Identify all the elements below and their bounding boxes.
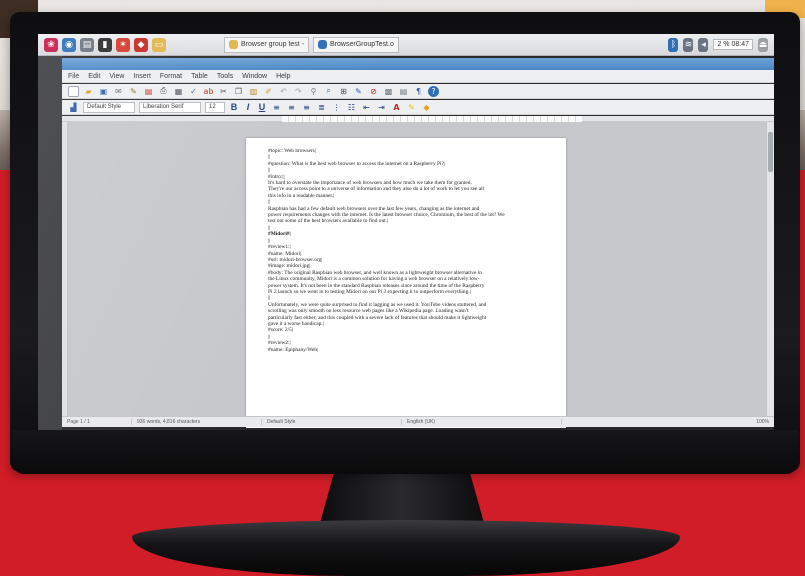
background-color-icon[interactable]: ◆: [421, 102, 432, 113]
clone-format-icon[interactable]: ✐: [263, 86, 274, 97]
taskbar-task-label: BrowserGroupTest.o: [330, 41, 394, 48]
align-right-icon[interactable]: ≡: [301, 102, 312, 113]
menu-format[interactable]: Format: [160, 73, 182, 80]
bullets-icon[interactable]: ☷: [346, 102, 357, 113]
menu-edit[interactable]: Edit: [88, 73, 100, 80]
spellcheck-icon[interactable]: ✓: [188, 86, 199, 97]
email-icon[interactable]: ✉: [113, 86, 124, 97]
menu-insert[interactable]: Insert: [133, 73, 151, 80]
web-browser-icon[interactable]: ◉: [62, 37, 76, 52]
window-titlebar[interactable]: [62, 58, 774, 70]
status-word-count[interactable]: 936 words, 4,816 characters: [132, 419, 262, 425]
table-icon[interactable]: ⊞: [338, 86, 349, 97]
paragraph-style-select[interactable]: Default Style: [83, 101, 135, 113]
align-left-icon[interactable]: ≡: [271, 102, 282, 113]
font-color-icon[interactable]: A: [391, 102, 402, 113]
print-icon[interactable]: ⎙: [158, 86, 169, 97]
hyperlink-icon[interactable]: ⚲: [308, 86, 319, 97]
vertical-ruler[interactable]: [62, 122, 68, 416]
status-page-count[interactable]: Page 1 / 1: [62, 419, 132, 425]
data-sources-icon[interactable]: ▤: [398, 86, 409, 97]
formatting-toolbar: ▟ Default Style Liberation Serif 12 B I …: [62, 100, 774, 115]
font-size-select[interactable]: 12: [205, 101, 225, 113]
cut-icon[interactable]: ✂: [218, 86, 229, 97]
desktop-taskbar: ❀ ◉ ▤ ▮ ✶ ◆ ▭ Browser group test - Brows…: [38, 34, 774, 56]
taskbar-task-browser-group[interactable]: Browser group test -: [224, 36, 310, 53]
volume-icon[interactable]: ◂: [698, 37, 709, 52]
export-pdf-icon[interactable]: ▤: [143, 86, 154, 97]
wifi-icon[interactable]: ≋: [683, 37, 694, 52]
menu-view[interactable]: View: [109, 73, 124, 80]
highlight-icon[interactable]: ✎: [406, 102, 417, 113]
mathematica-icon[interactable]: ✶: [116, 37, 130, 52]
print-preview-icon[interactable]: ▦: [173, 86, 184, 97]
doc-line: #name: Epiphany/Web|: [268, 346, 319, 353]
formatting-marks-icon[interactable]: ¶: [413, 86, 424, 97]
copy-icon[interactable]: ❐: [233, 86, 244, 97]
italic-icon[interactable]: I: [243, 102, 253, 112]
help-icon[interactable]: ?: [428, 85, 439, 97]
redo-icon[interactable]: ↷: [293, 86, 304, 97]
scrollbar-thumb[interactable]: [768, 132, 773, 172]
desktop-left-strip: [38, 56, 62, 430]
autospell-icon[interactable]: ab: [203, 86, 214, 97]
open-folder-icon[interactable]: ▰: [83, 86, 94, 97]
bold-icon[interactable]: B: [229, 102, 239, 112]
menu-table[interactable]: Table: [191, 73, 208, 80]
raspberry-menu-icon[interactable]: ❀: [44, 37, 58, 52]
menu-file[interactable]: File: [68, 73, 79, 80]
status-bar: Page 1 / 1 936 words, 4,816 characters D…: [62, 416, 774, 427]
document-page[interactable]: #topic: Web browsers| || #question: What…: [246, 138, 566, 428]
draw-functions-icon[interactable]: ✎: [353, 86, 364, 97]
edit-mode-icon[interactable]: ✎: [128, 86, 139, 97]
paste-icon[interactable]: ▥: [248, 86, 259, 97]
styles-icon[interactable]: ▟: [68, 102, 79, 113]
wolfram-icon[interactable]: ◆: [134, 37, 148, 52]
folder-icon: [229, 40, 238, 49]
status-language[interactable]: English (UK): [402, 419, 562, 425]
monitor-screen: ❀ ◉ ▤ ▮ ✶ ◆ ▭ Browser group test - Brows…: [38, 34, 774, 430]
taskbar-task-label: Browser group test -: [241, 41, 305, 48]
font-name-select[interactable]: Liberation Serif: [139, 101, 201, 113]
menu-window[interactable]: Window: [242, 73, 267, 80]
terminal-icon[interactable]: ▮: [98, 37, 112, 52]
folder-icon[interactable]: ▭: [152, 37, 166, 52]
taskbar-task-document[interactable]: BrowserGroupTest.o: [313, 36, 399, 53]
undo-icon[interactable]: ↶: [278, 86, 289, 97]
decrease-indent-icon[interactable]: ⇤: [361, 102, 372, 113]
monitor-chin: [12, 430, 798, 474]
standard-toolbar: ▰ ▣ ✉ ✎ ▤ ⎙ ▦ ✓ ab ✂ ❐ ▥ ✐ ↶ ↷ ⚲ ⌕ ⊞ ✎ ⊘…: [62, 84, 774, 99]
navigator-icon[interactable]: ⊘: [368, 86, 379, 97]
status-page-style[interactable]: Default Style: [262, 419, 402, 425]
menu-bar: File Edit View Insert Format Table Tools…: [62, 70, 774, 83]
find-replace-icon[interactable]: ⌕: [323, 86, 334, 97]
vertical-scrollbar[interactable]: [766, 122, 774, 416]
status-zoom[interactable]: 100%: [751, 419, 774, 425]
bluetooth-icon[interactable]: ᛒ: [668, 37, 679, 52]
justify-icon[interactable]: ≣: [316, 102, 327, 113]
increase-indent-icon[interactable]: ⇥: [376, 102, 387, 113]
save-icon[interactable]: ▣: [98, 86, 109, 97]
file-manager-icon[interactable]: ▤: [80, 37, 94, 52]
underline-icon[interactable]: U: [257, 102, 267, 112]
eject-icon[interactable]: ⏏: [758, 37, 768, 52]
menu-help[interactable]: Help: [276, 73, 290, 80]
writer-document-icon: [318, 40, 328, 49]
menu-tools[interactable]: Tools: [217, 73, 233, 80]
align-center-icon[interactable]: ≡: [286, 102, 297, 113]
numbering-icon[interactable]: ⋮: [331, 102, 342, 113]
clock[interactable]: 2 % 08:47: [713, 39, 753, 50]
system-tray: ᛒ ≋ ◂ 2 % 08:47 ⏏: [668, 37, 768, 52]
gallery-icon[interactable]: ▩: [383, 86, 394, 97]
new-document-icon[interactable]: [68, 85, 79, 97]
